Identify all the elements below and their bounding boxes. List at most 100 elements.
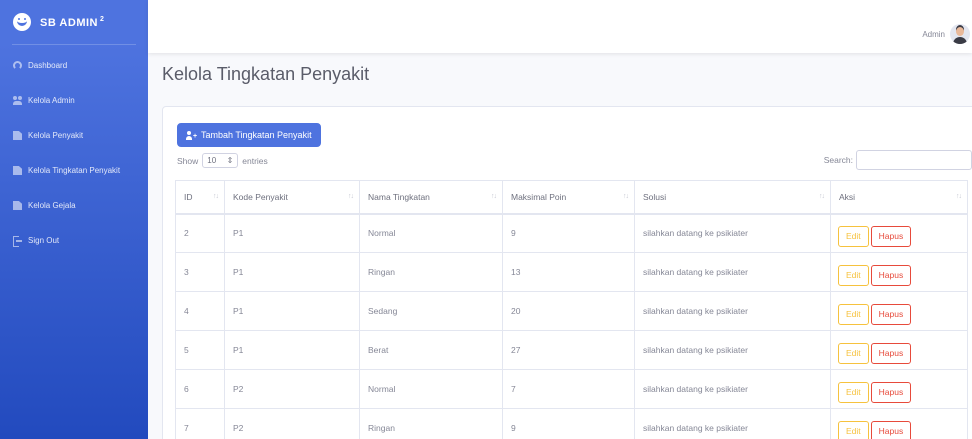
cell-nama: Berat — [359, 330, 503, 370]
cell-id: 4 — [175, 291, 225, 331]
cell-aksi: Edit Hapus — [830, 330, 968, 370]
delete-button[interactable]: Hapus — [870, 382, 912, 403]
cell-poin: 7 — [502, 369, 635, 409]
column-header-aksi[interactable]: Aksi ↑↓ — [830, 180, 968, 215]
delete-button[interactable]: Hapus — [870, 421, 912, 439]
brand-name: SB ADMIN — [40, 16, 98, 29]
laugh-wink-icon — [13, 13, 31, 31]
sidebar-item-sign-out[interactable]: Sign Out — [0, 223, 148, 258]
column-header-label: Maksimal Poin — [511, 191, 567, 202]
edit-button[interactable]: Edit — [838, 226, 869, 248]
dashboard-icon — [13, 61, 22, 70]
edit-button[interactable]: Edit — [838, 304, 869, 325]
cell-solusi: silahkan datang ke psikiater — [634, 252, 831, 292]
column-header-label: Kode Penyakit — [233, 191, 288, 202]
cell-nama: Ringan — [359, 252, 503, 292]
entries-select[interactable]: 10 ⇕ — [202, 153, 239, 168]
column-header-kode[interactable]: Kode Penyakit ↑↓ — [224, 180, 360, 215]
delete-button[interactable]: Hapus — [870, 226, 912, 248]
cell-id: 5 — [175, 330, 225, 370]
sidebar-item-label: Dashboard — [28, 61, 68, 70]
table-header-row: ID ↑↓ Kode Penyakit ↑↓ Nama Tingkatan ↑↓ Ma… — [175, 180, 968, 215]
column-header-label: Aksi — [839, 191, 856, 202]
avatar — [950, 24, 970, 44]
cell-kode: P1 — [224, 252, 360, 292]
cell-aksi: Edit Hapus — [830, 408, 968, 439]
add-button-label: Tambah Tingkatan Penyakit — [201, 130, 312, 140]
edit-button[interactable]: Edit — [838, 343, 869, 364]
cell-kode: P2 — [224, 369, 360, 409]
search-input[interactable] — [856, 150, 972, 170]
column-header-id[interactable]: ID ↑↓ — [175, 180, 225, 215]
cell-id: 7 — [175, 408, 225, 439]
table-row: 7 P2 Ringan 9 silahkan datang ke psikiat… — [175, 408, 968, 439]
search-label: Search: — [823, 155, 853, 165]
user-dropdown[interactable]: Admin — [922, 24, 970, 44]
column-header-solusi[interactable]: Solusi ↑↓ — [634, 180, 831, 215]
table-row: 6 P2 Normal 7 silahkan datang ke psikiat… — [175, 369, 968, 409]
file-icon — [13, 166, 22, 175]
delete-button[interactable]: Hapus — [870, 343, 912, 364]
sidebar-item-kelola-tingkatan-penyakit[interactable]: Kelola Tingkatan Penyakit — [0, 153, 148, 188]
cell-kode: P2 — [224, 408, 360, 439]
cell-nama: Normal — [359, 369, 503, 409]
cell-aksi: Edit Hapus — [830, 252, 968, 292]
brand-sup: 2 — [99, 15, 105, 23]
cell-solusi: silahkan datang ke psikiater — [634, 213, 831, 253]
column-header-poin[interactable]: Maksimal Poin ↑↓ — [502, 180, 635, 215]
sidebar-item-label: Sign Out — [28, 236, 60, 245]
brand-text: SB ADMIN 2 — [40, 16, 104, 29]
table-row: 2 P1 Normal 9 silahkan datang ke psikiat… — [175, 213, 968, 253]
column-header-label: Nama Tingkatan — [368, 191, 430, 202]
edit-button[interactable]: Edit — [838, 265, 869, 286]
sidebar-item-label: Kelola Gejala — [28, 201, 76, 210]
sign-out-icon — [13, 236, 22, 247]
cell-kode: P1 — [224, 330, 360, 370]
sort-icon: ↑↓ — [956, 193, 962, 200]
page-title: Kelola Tingkatan Penyakit — [162, 64, 370, 84]
show-label: Show — [177, 155, 199, 166]
column-header-nama[interactable]: Nama Tingkatan ↑↓ — [359, 180, 503, 215]
select-arrows-icon: ⇕ — [226, 156, 234, 165]
sidebar-item-kelola-admin[interactable]: Kelola Admin — [0, 83, 148, 118]
cell-nama: Ringan — [359, 408, 503, 439]
column-header-label: Solusi — [643, 191, 667, 202]
entries-value: 10 — [207, 156, 217, 165]
cell-id: 3 — [175, 252, 225, 292]
table-row: 3 P1 Ringan 13 silahkan datang ke psikia… — [175, 252, 968, 292]
add-tingkatan-button[interactable]: + Tambah Tingkatan Penyakit — [177, 123, 321, 147]
sidebar-nav: Dashboard Kelola Admin Kelola Penyakit K… — [0, 45, 148, 258]
cell-solusi: silahkan datang ke psikiater — [634, 330, 831, 370]
cell-poin: 13 — [502, 252, 635, 292]
sidebar-item-kelola-gejala[interactable]: Kelola Gejala — [0, 188, 148, 223]
sidebar-item-kelola-penyakit[interactable]: Kelola Penyakit — [0, 118, 148, 153]
sort-icon: ↑↓ — [623, 193, 629, 200]
sidebar-item-label: Kelola Admin — [28, 96, 75, 105]
cell-kode: P1 — [224, 213, 360, 253]
sidebar-item-dashboard[interactable]: Dashboard — [0, 48, 148, 83]
cell-solusi: silahkan datang ke psikiater — [634, 408, 831, 439]
cell-poin: 20 — [502, 291, 635, 331]
sidebar-item-label: Kelola Tingkatan Penyakit — [28, 166, 121, 175]
cell-aksi: Edit Hapus — [830, 213, 968, 253]
column-header-label: ID — [184, 191, 193, 202]
entries-label: entries — [242, 155, 268, 166]
table-row: 4 P1 Sedang 20 silahkan datang ke psikia… — [175, 291, 968, 331]
data-card: + Tambah Tingkatan Penyakit Show 10 ⇕ en… — [162, 106, 972, 439]
cell-poin: 9 — [502, 213, 635, 253]
delete-button[interactable]: Hapus — [870, 304, 912, 325]
cell-poin: 27 — [502, 330, 635, 370]
cell-kode: P1 — [224, 291, 360, 331]
file-icon — [13, 131, 22, 140]
entries-length-control: Show 10 ⇕ entries — [177, 153, 268, 168]
data-table: ID ↑↓ Kode Penyakit ↑↓ Nama Tingkatan ↑↓ Ma… — [175, 180, 968, 439]
cell-solusi: silahkan datang ke psikiater — [634, 291, 831, 331]
cell-id: 2 — [175, 213, 225, 253]
cell-nama: Sedang — [359, 291, 503, 331]
edit-button[interactable]: Edit — [838, 382, 869, 403]
users-icon — [13, 96, 22, 105]
edit-button[interactable]: Edit — [838, 421, 869, 439]
sidebar-brand[interactable]: SB ADMIN 2 — [0, 0, 148, 44]
delete-button[interactable]: Hapus — [870, 265, 912, 286]
cell-aksi: Edit Hapus — [830, 369, 968, 409]
